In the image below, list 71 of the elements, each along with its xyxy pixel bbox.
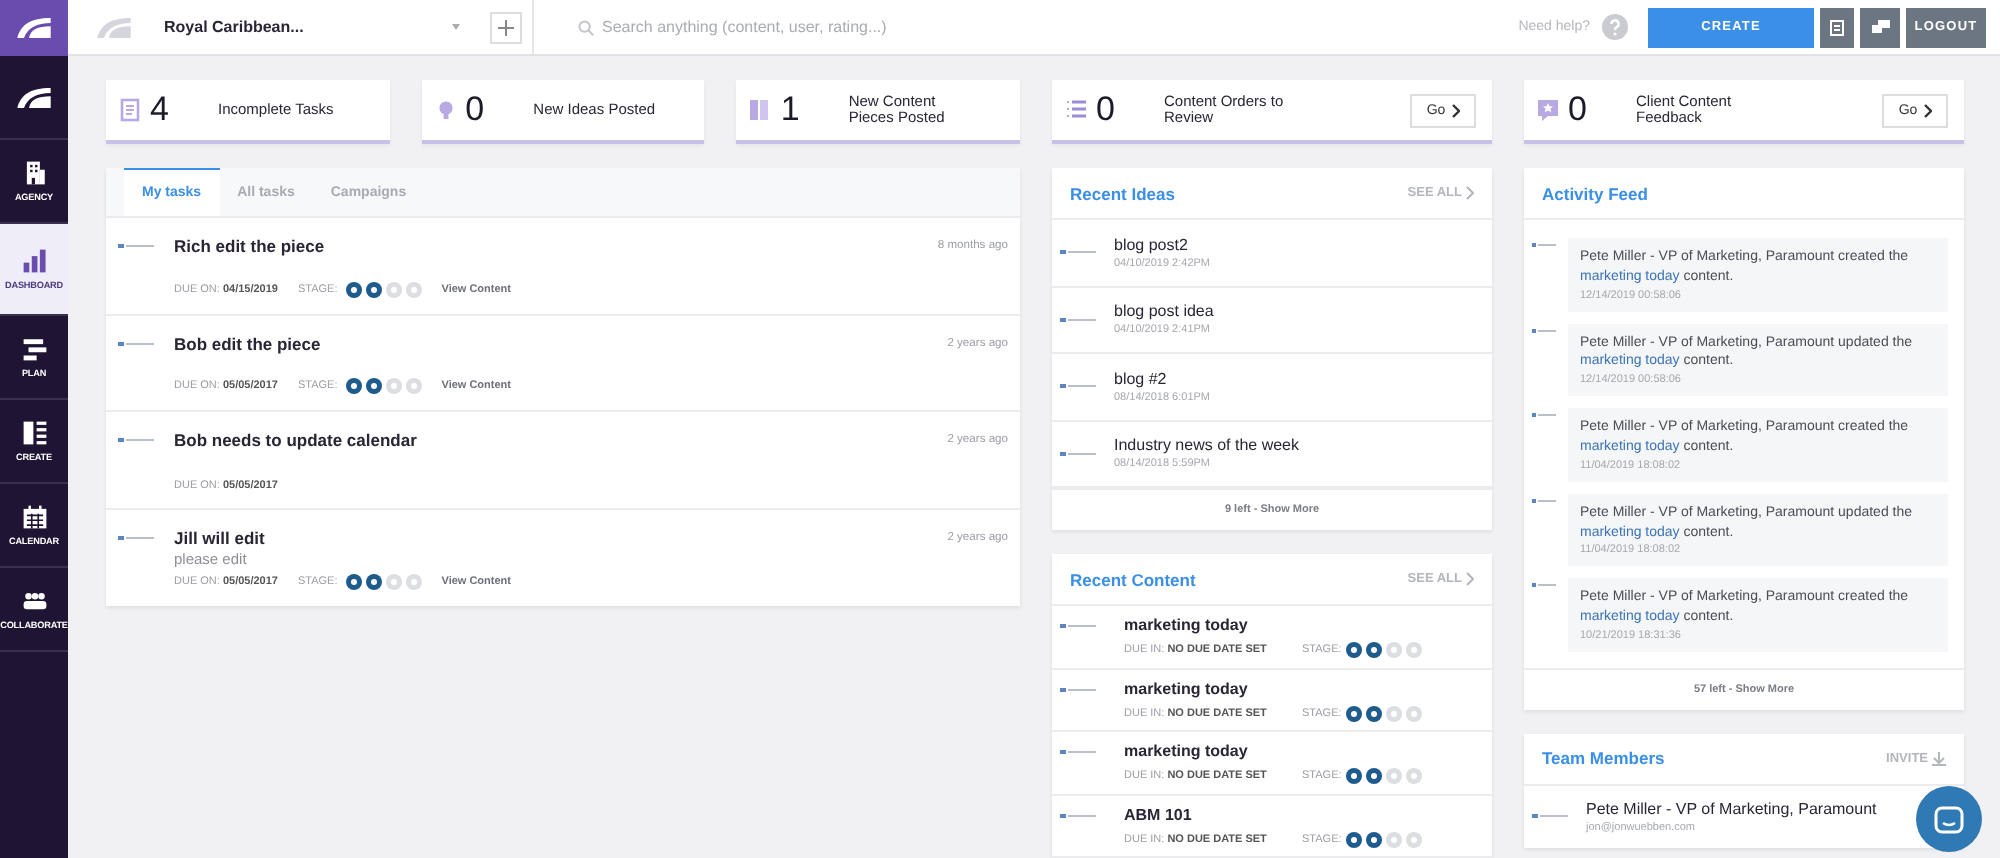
messages-button[interactable] bbox=[1860, 7, 1900, 47]
logo-avatar-icon bbox=[1060, 382, 1096, 391]
help-icon bbox=[1602, 14, 1628, 40]
panel-title: Team Members bbox=[1542, 748, 1665, 769]
logo-avatar-icon bbox=[1060, 248, 1096, 257]
logo-avatar-icon bbox=[1060, 622, 1096, 630]
logo-avatar-icon bbox=[118, 339, 154, 347]
calendar-icon bbox=[21, 504, 47, 530]
dropdown-caret-icon bbox=[452, 24, 460, 30]
chevron-icon bbox=[1451, 103, 1460, 117]
logo-icon bbox=[14, 83, 54, 111]
task-title: Rich edit the piece bbox=[174, 236, 327, 256]
star-message-icon bbox=[1538, 98, 1558, 122]
logo-avatar-icon bbox=[1060, 315, 1096, 324]
search-icon bbox=[578, 19, 594, 35]
chat-launcher-button[interactable] bbox=[1916, 786, 1982, 852]
logo-avatar-icon bbox=[1532, 412, 1556, 419]
chat-icon bbox=[1934, 805, 1964, 833]
stat-count: 4 bbox=[150, 90, 171, 130]
document-icon bbox=[1830, 19, 1844, 35]
chat-bubbles-icon bbox=[1871, 20, 1889, 34]
logo-avatar-icon bbox=[1532, 497, 1556, 504]
chevron-icon bbox=[1923, 103, 1932, 117]
idea-title: blog #2 bbox=[1114, 369, 1169, 388]
plus-icon bbox=[498, 19, 514, 35]
logo-avatar-icon bbox=[1532, 327, 1556, 334]
task-title: Jill will edit bbox=[174, 527, 267, 547]
columns-icon bbox=[21, 420, 47, 446]
list-icon bbox=[1066, 98, 1086, 122]
logo-icon bbox=[94, 13, 134, 41]
logo-avatar-icon bbox=[118, 436, 154, 444]
panel-title: Recent Content bbox=[1070, 569, 1196, 589]
idea-title: blog post2 bbox=[1114, 235, 1190, 254]
add-button[interactable] bbox=[490, 11, 522, 43]
logo-avatar-icon bbox=[1060, 449, 1096, 458]
idea-title: Industry news of the week bbox=[1114, 436, 1299, 455]
bars-icon bbox=[21, 336, 47, 362]
logo-avatar-icon bbox=[1060, 811, 1096, 819]
columns-icon bbox=[750, 98, 771, 122]
stat-count: 1 bbox=[780, 90, 802, 130]
content-title: ABM 101 bbox=[1124, 805, 1194, 823]
logo-avatar-icon bbox=[1060, 685, 1096, 693]
bar-chart-icon bbox=[21, 248, 47, 274]
logo-icon bbox=[14, 14, 54, 42]
stat-count: 0 bbox=[465, 90, 487, 130]
logo-avatar-icon bbox=[118, 242, 154, 250]
chevron-icon bbox=[1466, 186, 1474, 200]
content-title: marketing today bbox=[1124, 742, 1250, 760]
content-title: marketing today bbox=[1124, 616, 1250, 634]
panel-title: Activity Feed bbox=[1542, 183, 1648, 203]
content-title: marketing today bbox=[1124, 679, 1250, 697]
task-title: Bob edit the piece bbox=[174, 333, 323, 353]
lightbulb-icon bbox=[435, 98, 456, 122]
people-icon bbox=[21, 588, 47, 614]
document-button[interactable] bbox=[1820, 7, 1854, 47]
logo-avatar-icon bbox=[1532, 242, 1556, 248]
logo-avatar-icon bbox=[1060, 748, 1096, 756]
idea-title: blog post idea bbox=[1114, 302, 1214, 321]
workspace-name: Royal Caribbean... bbox=[164, 18, 306, 36]
logo-avatar-icon bbox=[118, 533, 154, 541]
member-name: Pete Miller - VP of Marketing, Paramount bbox=[1586, 799, 1877, 818]
chevron-icon bbox=[1466, 572, 1474, 586]
task-title: Bob needs to update calendar bbox=[174, 430, 419, 450]
stat-count: 0 bbox=[1568, 90, 1589, 130]
logo-avatar-icon bbox=[1532, 582, 1556, 589]
building-icon bbox=[21, 160, 47, 186]
logo-avatar-icon bbox=[1532, 812, 1568, 821]
stat-count: 0 bbox=[1096, 90, 1117, 130]
document-icon bbox=[120, 98, 140, 122]
panel-title: Recent Ideas bbox=[1070, 183, 1175, 203]
down-arrow-icon bbox=[1932, 751, 1946, 766]
